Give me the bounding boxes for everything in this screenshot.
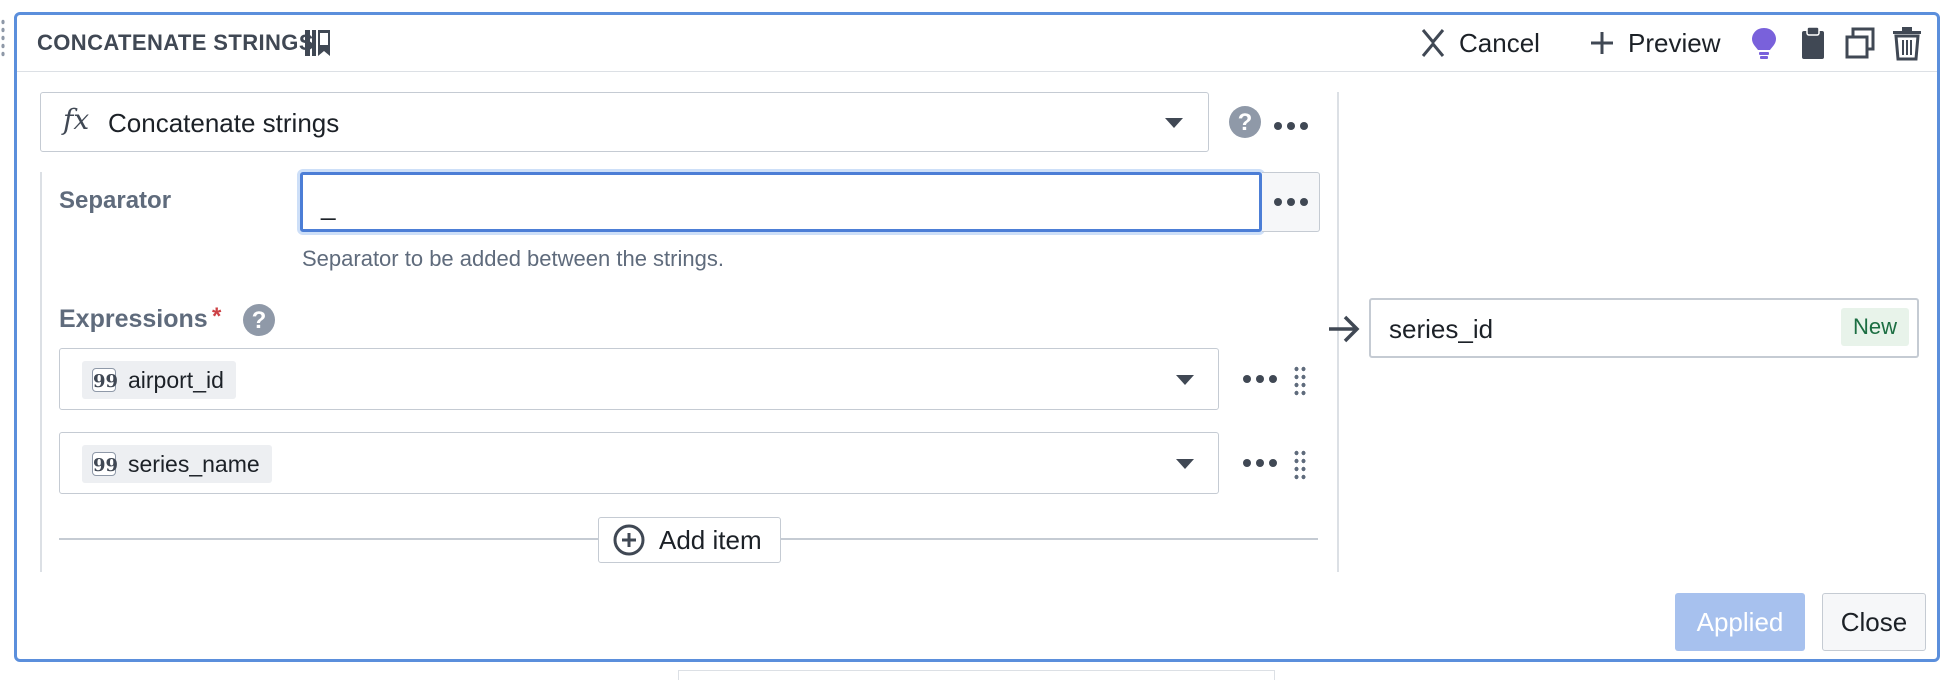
args-left-rail [40, 172, 42, 572]
expressions-label: Expressions [59, 305, 208, 333]
fx-icon: fx [63, 103, 90, 136]
more-icon [1274, 198, 1308, 206]
expression-select[interactable]: 99 airport_id [59, 348, 1219, 410]
trash-icon[interactable] [1890, 25, 1924, 61]
output-column-name: series_id [1389, 314, 1494, 344]
column-tag: 99 series_name [82, 445, 272, 483]
cancel-button[interactable]: Cancel [1421, 25, 1540, 61]
add-item-button[interactable]: Add item [598, 517, 781, 563]
clipboard-icon[interactable] [1796, 25, 1830, 61]
preview-label: Preview [1628, 27, 1721, 58]
applied-button[interactable]: Applied [1675, 593, 1805, 651]
cancel-icon [1421, 29, 1445, 57]
separator-label: Separator [59, 187, 172, 214]
arrow-right-icon [1329, 315, 1360, 343]
drag-handle-icon[interactable] [1293, 365, 1307, 397]
drag-handle-icon[interactable] [1293, 449, 1307, 481]
book-icon[interactable] [303, 27, 333, 59]
expression-more-icon[interactable] [1242, 374, 1278, 384]
function-help-icon[interactable]: ? [1229, 106, 1261, 138]
transform-card: CONCATENATE STRINGS Cancel Preview fx Co… [14, 12, 1940, 662]
card-title: CONCATENATE STRINGS [37, 30, 314, 55]
output-column-input[interactable]: series_id New [1369, 298, 1919, 358]
chevron-down-icon [1176, 459, 1194, 469]
next-card-edge [678, 670, 1275, 680]
close-button[interactable]: Close [1822, 593, 1926, 651]
chevron-down-icon [1165, 118, 1183, 128]
plus-icon [1591, 32, 1613, 54]
card-header: CONCATENATE STRINGS Cancel Preview [17, 15, 1937, 72]
string-type-icon: 99 [92, 368, 118, 392]
cancel-label: Cancel [1459, 27, 1540, 58]
column-tag: 99 airport_id [82, 361, 236, 399]
separator-input[interactable]: _ [300, 172, 1262, 232]
expression-select[interactable]: 99 series_name [59, 432, 1219, 494]
separator-more-button[interactable] [1262, 172, 1320, 232]
duplicate-icon[interactable] [1843, 25, 1877, 61]
function-select-value: Concatenate strings [108, 108, 340, 138]
new-badge: New [1840, 308, 1909, 346]
preview-button[interactable]: Preview [1590, 25, 1720, 61]
expression-value: series_name [128, 450, 260, 477]
expressions-help-icon[interactable]: ? [243, 304, 275, 336]
function-select[interactable]: fx Concatenate strings [40, 92, 1209, 152]
lightbulb-icon[interactable] [1747, 25, 1781, 61]
required-indicator: * [212, 303, 222, 330]
panel-drag-handle[interactable] [0, 18, 6, 58]
expression-more-icon[interactable] [1242, 458, 1278, 468]
add-item-label: Add item [659, 524, 762, 555]
expression-value: airport_id [128, 366, 224, 393]
add-circle-icon [613, 524, 645, 556]
chevron-down-icon [1176, 375, 1194, 385]
separator-helper-text: Separator to be added between the string… [302, 246, 724, 271]
string-type-icon: 99 [92, 452, 118, 476]
function-more-icon[interactable] [1273, 121, 1309, 131]
